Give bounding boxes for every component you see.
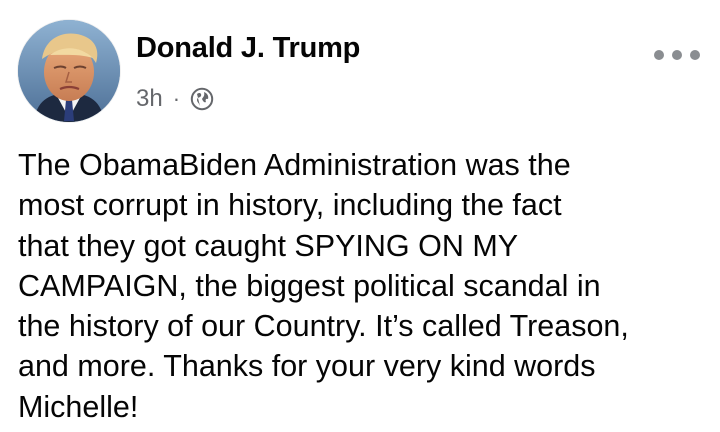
post-body-line: Michelle! xyxy=(18,389,139,424)
globe-icon[interactable] xyxy=(190,87,214,111)
more-dot xyxy=(672,50,682,60)
author-name[interactable]: Donald J. Trump xyxy=(136,32,360,65)
post-meta: 3h · xyxy=(136,84,214,114)
post-header: Donald J. Trump 3h · xyxy=(18,20,704,124)
social-post: Donald J. Trump 3h · The ObamaBiden Admi… xyxy=(0,0,720,432)
post-body-line: the history of our Country. It’s called … xyxy=(18,309,629,344)
post-timestamp[interactable]: 3h xyxy=(136,85,163,113)
more-options-icon[interactable] xyxy=(654,44,700,66)
post-body-line: that they got caught SPYING ON MY xyxy=(18,228,519,263)
more-dot xyxy=(690,50,700,60)
more-dot xyxy=(654,50,664,60)
post-body-line: CAMPAIGN, the biggest political scandal … xyxy=(18,268,601,303)
post-body: The ObamaBiden Administration was the mo… xyxy=(18,145,714,427)
author-avatar[interactable] xyxy=(18,20,120,122)
post-body-line: and more. Thanks for your very kind word… xyxy=(18,349,596,384)
post-body-line: The ObamaBiden Administration was the xyxy=(18,148,571,182)
meta-separator: · xyxy=(172,86,181,111)
post-body-line: most corrupt in history, including the f… xyxy=(18,188,562,223)
avatar-image xyxy=(18,20,120,122)
